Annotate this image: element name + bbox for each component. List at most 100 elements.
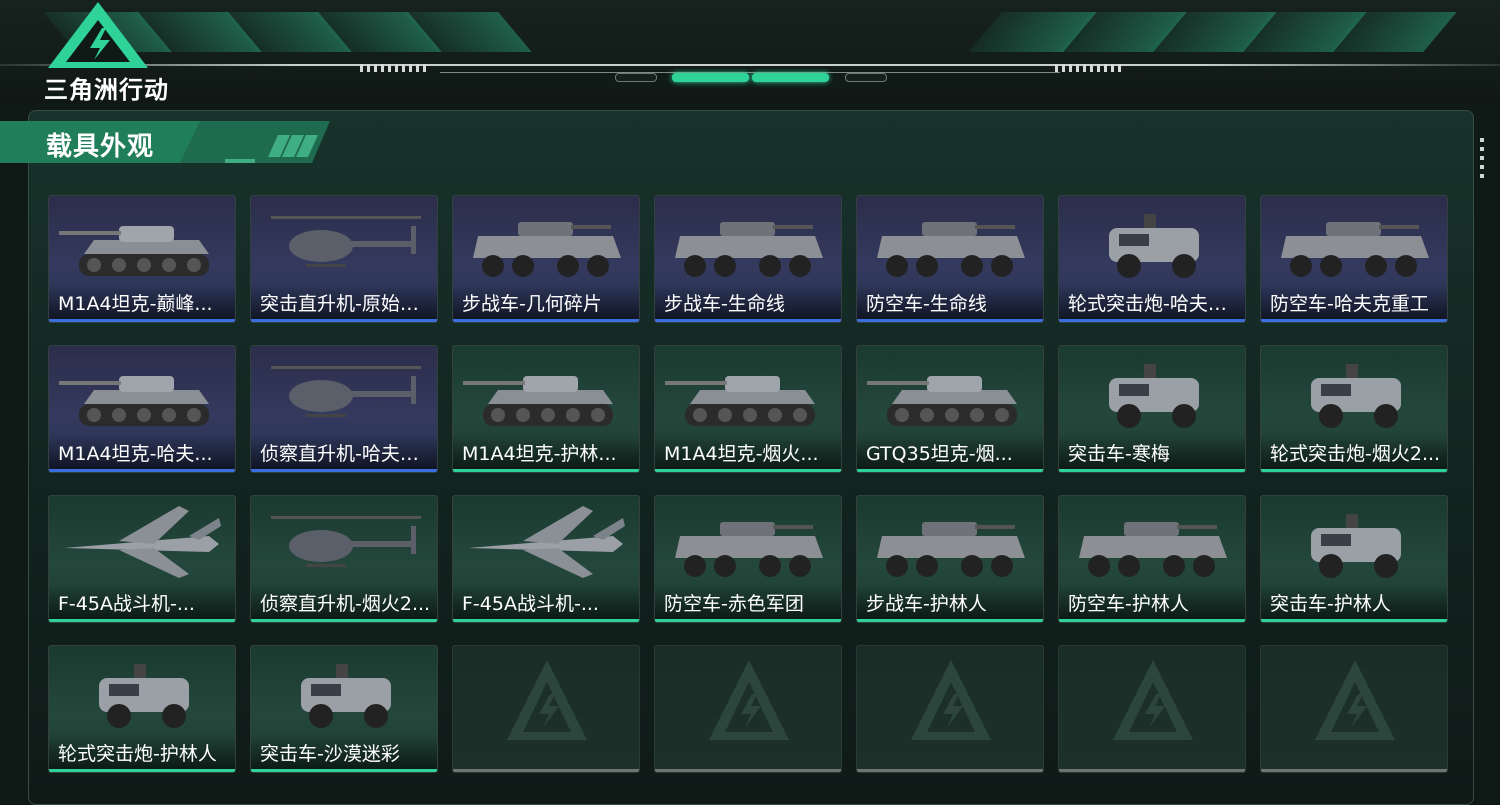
vehicle-skin-name: F-45A战斗机-... (462, 593, 599, 615)
vehicle-skin-card[interactable]: 防空车-护林人 (1058, 495, 1246, 623)
empty-skin-slot (856, 645, 1044, 773)
armored-truck-icon (1311, 514, 1401, 578)
page-indicator[interactable] (845, 73, 887, 82)
vehicle-skin-card[interactable]: 侦察直升机-哈夫克... (250, 345, 438, 473)
vehicle-skin-name: 突击车-沙漠迷彩 (260, 743, 400, 765)
vehicle-skin-card[interactable]: GTQ35坦克-烟... (856, 345, 1044, 473)
armored-vehicle-icon (877, 222, 1025, 277)
helicopter-icon (271, 516, 421, 567)
rarity-bar (453, 769, 639, 772)
helicopter-icon (271, 366, 421, 417)
rarity-bar (1261, 769, 1447, 772)
rarity-bar (49, 469, 235, 472)
rarity-bar (453, 469, 639, 472)
armored-truck-icon (1109, 214, 1199, 278)
rarity-bar (655, 769, 841, 772)
armored-vehicle-icon (877, 522, 1025, 577)
vehicle-skin-name: M1A4坦克-烟火... (664, 443, 819, 465)
vehicle-skin-card[interactable]: 轮式突击炮-烟火2... (1260, 345, 1448, 473)
rarity-bar (1261, 319, 1447, 322)
tank-icon (463, 376, 613, 426)
rarity-bar (1059, 619, 1245, 622)
armored-vehicle-icon (1079, 522, 1227, 577)
empty-skin-slot (654, 645, 842, 773)
rarity-bar (251, 619, 437, 622)
placeholder-emblem-icon (709, 660, 789, 740)
vehicle-skin-card[interactable]: 防空车-赤色军团 (654, 495, 842, 623)
rarity-bar (453, 319, 639, 322)
empty-skin-slot (1058, 645, 1246, 773)
rarity-bar (655, 469, 841, 472)
rarity-bar (857, 469, 1043, 472)
vehicle-skin-card[interactable]: 防空车-哈夫克重工 (1260, 195, 1448, 323)
helicopter-icon (271, 216, 421, 267)
section-title: 载具外观 (46, 132, 155, 162)
vehicle-skin-name: 突击车-寒梅 (1068, 443, 1170, 465)
scroll-dots[interactable] (1480, 138, 1484, 180)
page-indicator[interactable] (615, 73, 657, 82)
vehicle-skin-card[interactable]: F-45A战斗机-... (452, 495, 640, 623)
vehicle-skin-card[interactable]: F-45A战斗机-... (48, 495, 236, 623)
vehicle-skin-card[interactable]: 突击车-沙漠迷彩 (250, 645, 438, 773)
vehicle-skin-name: 防空车-哈夫克重工 (1270, 293, 1429, 315)
vehicle-skin-card[interactable]: 步战车-护林人 (856, 495, 1044, 623)
tank-icon (867, 376, 1017, 426)
armored-vehicle-icon (1281, 222, 1429, 277)
vehicle-skin-name: 轮式突击炮-哈夫克... (1068, 293, 1240, 315)
vehicle-skin-name: 防空车-护林人 (1068, 593, 1189, 615)
placeholder-emblem-icon (507, 660, 587, 740)
tank-icon (59, 226, 209, 276)
vehicle-skin-name: 突击车-护林人 (1270, 593, 1391, 615)
vehicle-skin-card[interactable]: 轮式突击炮-哈夫克... (1058, 195, 1246, 323)
vehicle-skin-name: 防空车-赤色军团 (664, 593, 804, 615)
rarity-bar (49, 619, 235, 622)
vehicle-skin-name: 步战车-几何碎片 (462, 293, 602, 315)
vehicle-skin-name: M1A4坦克-巅峰... (58, 293, 213, 315)
rarity-bar (251, 469, 437, 472)
vehicle-skin-card[interactable]: 侦察直升机-烟火2... (250, 495, 438, 623)
empty-skin-slot (1260, 645, 1448, 773)
fighter-jet-icon (468, 506, 625, 578)
armored-truck-icon (301, 664, 391, 728)
vehicle-skin-card[interactable]: 步战车-生命线 (654, 195, 842, 323)
vehicle-skin-name: M1A4坦克-哈夫... (58, 443, 213, 465)
rarity-bar (453, 619, 639, 622)
tank-icon (59, 376, 209, 426)
page-indicator-active[interactable] (752, 73, 829, 82)
vehicle-skin-card[interactable]: 突击车-寒梅 (1058, 345, 1246, 473)
vehicle-skin-card[interactable]: 突击直升机-原始伪... (250, 195, 438, 323)
vehicle-skin-card[interactable]: M1A4坦克-护林... (452, 345, 640, 473)
rarity-bar (857, 769, 1043, 772)
top-header: 三角洲行动 (0, 0, 1500, 105)
rarity-bar (251, 319, 437, 322)
vehicle-skin-grid: M1A4坦克-巅峰... 突击直升机-原始伪... 步战车-几何碎片 步战车-生命线防… (48, 195, 1450, 775)
armored-vehicle-icon (675, 522, 823, 577)
armored-vehicle-icon (473, 222, 621, 277)
page-indicator-active[interactable] (672, 73, 749, 82)
vehicle-skin-name: F-45A战斗机-... (58, 593, 195, 615)
vehicle-skin-card[interactable]: M1A4坦克-烟火... (654, 345, 842, 473)
vehicle-skin-card[interactable]: 轮式突击炮-护林人 (48, 645, 236, 773)
tank-icon (665, 376, 815, 426)
vehicle-skin-card[interactable]: M1A4坦克-巅峰... (48, 195, 236, 323)
armored-truck-icon (1109, 364, 1199, 428)
armored-vehicle-icon (675, 222, 823, 277)
rarity-bar (1059, 319, 1245, 322)
vehicle-skin-name: 突击直升机-原始伪... (260, 293, 432, 315)
armored-truck-icon (99, 664, 189, 728)
rarity-bar (251, 769, 437, 772)
rarity-bar (857, 619, 1043, 622)
vehicle-skin-card[interactable]: 防空车-生命线 (856, 195, 1044, 323)
logo-wordmark: 三角洲行动 (44, 76, 169, 104)
rarity-bar (1261, 619, 1447, 622)
vehicle-skin-name: M1A4坦克-护林... (462, 443, 617, 465)
vehicle-skin-card[interactable]: 步战车-几何碎片 (452, 195, 640, 323)
vehicle-skin-card[interactable]: 突击车-护林人 (1260, 495, 1448, 623)
vehicle-skin-name: 侦察直升机-哈夫克... (260, 443, 432, 465)
rarity-bar (49, 319, 235, 322)
rarity-bar (857, 319, 1043, 322)
vehicle-skin-name: 步战车-护林人 (866, 593, 987, 615)
vehicle-skin-card[interactable]: M1A4坦克-哈夫... (48, 345, 236, 473)
placeholder-emblem-icon (1315, 660, 1395, 740)
vehicle-skin-name: GTQ35坦克-烟... (866, 443, 1013, 465)
